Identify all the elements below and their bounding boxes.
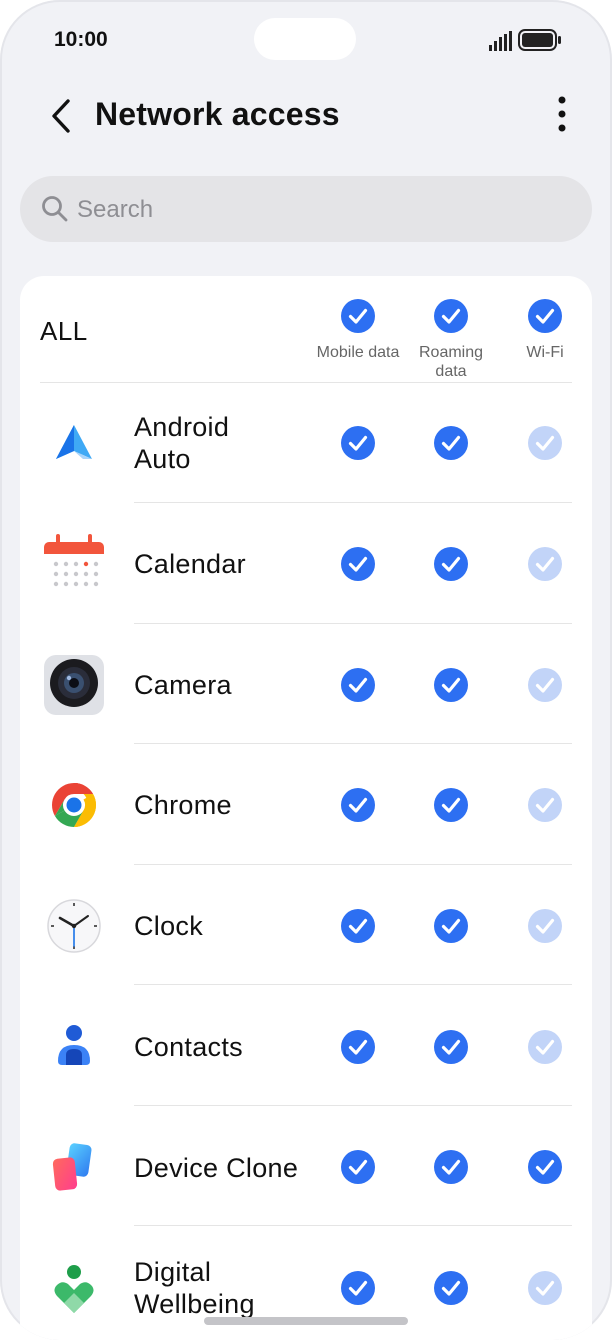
app-row-camera[interactable]: Camera — [20, 624, 592, 744]
app-name: Calendar — [134, 549, 246, 579]
mobile-data-column-label: Mobile data — [316, 344, 400, 361]
app-row-chrome[interactable]: Chrome — [20, 745, 592, 865]
mobile-data-checkbox[interactable] — [340, 908, 376, 944]
roaming-data-checkbox[interactable] — [433, 425, 469, 461]
wifi-checkbox[interactable] — [527, 1270, 563, 1306]
digital-wellbeing-icon — [54, 1265, 94, 1313]
clock-icon — [47, 899, 101, 953]
page-title: Network access — [95, 96, 340, 132]
column-header-row: ALL Mobile data Roaming data Wi-Fi — [20, 276, 592, 382]
phone-screen: 10:00 Network access Search ALL Mobile d… — [0, 0, 612, 1340]
roaming-data-checkbox[interactable] — [433, 546, 469, 582]
wifi-checkbox[interactable] — [527, 667, 563, 703]
roaming-label-line2: data — [435, 363, 467, 380]
app-name: Android Auto — [134, 411, 229, 475]
app-name-line2: Wellbeing — [134, 1289, 255, 1319]
app-name: Contacts — [134, 1032, 243, 1062]
wifi-checkbox[interactable] — [527, 787, 563, 823]
app-row-calendar[interactable]: Calendar — [20, 504, 592, 624]
wifi-checkbox[interactable] — [527, 425, 563, 461]
all-roaming-data-checkbox[interactable] — [433, 298, 469, 334]
app-row-clock[interactable]: Clock — [20, 865, 592, 985]
roaming-data-checkbox[interactable] — [433, 787, 469, 823]
divider — [134, 984, 572, 985]
mobile-data-checkbox[interactable] — [340, 425, 376, 461]
wifi-checkbox[interactable] — [527, 546, 563, 582]
more-options-icon[interactable] — [548, 94, 576, 136]
roaming-data-checkbox[interactable] — [433, 1149, 469, 1185]
app-name: Camera — [134, 670, 232, 700]
calendar-icon — [44, 534, 104, 587]
device-clone-icon — [52, 1143, 92, 1191]
app-row-contacts[interactable]: Contacts — [20, 986, 592, 1106]
signal-icon — [489, 31, 512, 51]
mobile-data-checkbox[interactable] — [340, 787, 376, 823]
mobile-data-checkbox[interactable] — [340, 1149, 376, 1185]
search-bar[interactable]: Search — [20, 176, 592, 242]
app-name: Digital Wellbeing — [134, 1256, 255, 1320]
roaming-data-column-label: Roaming data — [406, 343, 496, 381]
search-icon — [42, 196, 68, 222]
wifi-checkbox[interactable] — [527, 1149, 563, 1185]
contacts-icon — [58, 1025, 90, 1065]
app-name: Clock — [134, 911, 204, 941]
wifi-column-label: Wi-Fi — [526, 344, 564, 361]
roaming-data-checkbox[interactable] — [433, 1270, 469, 1306]
mobile-data-checkbox[interactable] — [340, 1029, 376, 1065]
app-name-line1: Digital — [134, 1257, 212, 1287]
back-arrow-icon[interactable] — [44, 96, 80, 136]
status-time: 10:00 — [54, 28, 108, 51]
home-indicator[interactable] — [204, 1317, 408, 1325]
battery-icon — [518, 29, 561, 51]
divider — [134, 1225, 572, 1226]
all-label: ALL — [40, 316, 88, 346]
app-name: Device Clone — [134, 1153, 299, 1183]
all-wifi-checkbox[interactable] — [527, 298, 563, 334]
roaming-data-checkbox[interactable] — [433, 1029, 469, 1065]
mobile-data-checkbox[interactable] — [340, 667, 376, 703]
app-list-card: ALL Mobile data Roaming data Wi-Fi Andro… — [20, 276, 592, 1340]
roaming-data-checkbox[interactable] — [433, 908, 469, 944]
mobile-data-checkbox[interactable] — [340, 546, 376, 582]
camera-icon — [44, 655, 104, 715]
app-name-line1: Android — [134, 412, 230, 442]
wifi-checkbox[interactable] — [527, 908, 563, 944]
divider — [134, 502, 572, 503]
app-row-device-clone[interactable]: Device Clone — [20, 1106, 592, 1226]
divider — [134, 743, 572, 744]
search-placeholder: Search — [77, 196, 154, 223]
app-row-android-auto[interactable]: Android Auto — [20, 383, 592, 503]
dynamic-island — [254, 18, 356, 60]
mobile-data-checkbox[interactable] — [340, 1270, 376, 1306]
all-mobile-data-checkbox[interactable] — [340, 298, 376, 334]
roaming-label-line1: Roaming — [418, 344, 484, 361]
android-auto-icon — [56, 425, 92, 459]
app-name: Chrome — [134, 790, 232, 820]
app-name-line2: Auto — [134, 444, 191, 474]
wifi-checkbox[interactable] — [527, 1029, 563, 1065]
roaming-data-checkbox[interactable] — [433, 667, 469, 703]
chrome-icon — [52, 783, 96, 827]
